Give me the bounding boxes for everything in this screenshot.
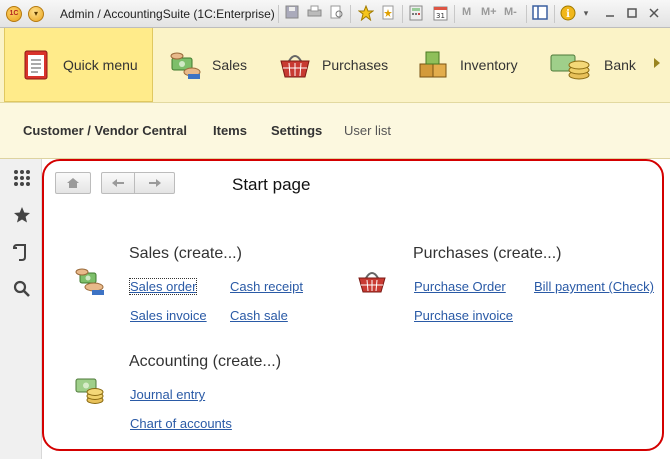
calculator-icon[interactable] bbox=[408, 5, 424, 22]
inventory-boxes-icon bbox=[416, 48, 450, 82]
toolbar-divider bbox=[402, 5, 403, 23]
print-icon[interactable] bbox=[306, 5, 322, 22]
purchases-basket-icon bbox=[357, 267, 389, 299]
sales-group-title: Sales (create...) bbox=[129, 245, 242, 262]
nav-items[interactable]: Items bbox=[213, 123, 247, 138]
minimize-icon[interactable] bbox=[602, 5, 618, 22]
forward-button[interactable] bbox=[134, 172, 175, 194]
print-preview-icon[interactable] bbox=[328, 5, 344, 22]
svg-text:31: 31 bbox=[436, 12, 445, 20]
section-bank[interactable]: Bank bbox=[548, 28, 636, 102]
history-icon[interactable] bbox=[13, 243, 31, 261]
main-menu-icon[interactable]: ▾ bbox=[28, 6, 44, 22]
accounting-group-title: Accounting (create...) bbox=[129, 353, 282, 370]
add-to-favorites-icon[interactable] bbox=[357, 4, 375, 22]
close-icon[interactable] bbox=[646, 5, 662, 22]
section-label: Quick menu bbox=[63, 56, 138, 73]
nav-user-list[interactable]: User list bbox=[344, 123, 391, 138]
toolbar-divider bbox=[554, 5, 555, 23]
memory-store-button[interactable]: M bbox=[462, 6, 471, 18]
window-title: Admin / AccountingSuite (1C:Enterprise) bbox=[60, 7, 275, 21]
section-label: Sales bbox=[212, 57, 248, 73]
info-icon[interactable]: i bbox=[560, 5, 576, 22]
app-logo-icon[interactable]: 1С bbox=[6, 6, 22, 22]
section-label: Bank bbox=[604, 57, 636, 73]
maximize-icon[interactable] bbox=[624, 5, 640, 22]
bank-coins-icon bbox=[548, 48, 594, 82]
nav-customer-vendor-central[interactable]: Customer / Vendor Central bbox=[23, 123, 187, 138]
sales-icon bbox=[168, 48, 202, 82]
bookmark-icon[interactable] bbox=[380, 5, 396, 22]
favorites-star-icon[interactable] bbox=[13, 206, 31, 224]
chart-of-accounts-link[interactable]: Chart of accounts bbox=[130, 416, 232, 431]
page-title: Start page bbox=[232, 175, 311, 194]
memory-add-button[interactable]: M+ bbox=[481, 6, 497, 18]
arrow-right-icon bbox=[148, 179, 161, 187]
section-inventory[interactable]: Inventory bbox=[416, 28, 518, 102]
sales-order-link[interactable]: Sales order bbox=[128, 278, 198, 295]
sales-icon bbox=[74, 267, 106, 299]
highlight-frame bbox=[42, 159, 664, 451]
section-sales[interactable]: Sales bbox=[168, 28, 247, 102]
cash-receipt-link[interactable]: Cash receipt bbox=[230, 279, 303, 294]
toolbar-divider bbox=[454, 5, 455, 23]
toolbar-divider bbox=[350, 5, 351, 23]
calendar-icon[interactable]: 31 bbox=[432, 5, 448, 22]
back-button[interactable] bbox=[101, 172, 135, 194]
purchase-order-link[interactable]: Purchase Order bbox=[414, 279, 506, 294]
search-icon[interactable] bbox=[13, 280, 31, 298]
purchases-basket-icon bbox=[278, 48, 312, 82]
journal-entry-link[interactable]: Journal entry bbox=[130, 387, 205, 402]
info-dropdown-icon[interactable]: ▾ bbox=[578, 5, 594, 22]
scroll-right-arrow-icon[interactable] bbox=[654, 58, 660, 68]
nav-settings[interactable]: Settings bbox=[271, 123, 322, 138]
home-icon bbox=[67, 178, 79, 188]
all-functions-grid-icon[interactable] bbox=[13, 169, 31, 187]
home-button[interactable] bbox=[55, 172, 91, 194]
navigation-commands-bar: Customer / Vendor Central Items Settings… bbox=[0, 103, 670, 159]
section-label: Inventory bbox=[460, 57, 518, 73]
save-icon[interactable] bbox=[284, 5, 300, 22]
purchase-invoice-link[interactable]: Purchase invoice bbox=[414, 308, 513, 323]
arrow-left-icon bbox=[112, 179, 124, 187]
section-purchases[interactable]: Purchases bbox=[278, 28, 388, 102]
main-workspace: Start page Sales (create...) Sales order… bbox=[42, 159, 670, 459]
memory-subtract-button[interactable]: M- bbox=[504, 6, 517, 18]
tools-panel bbox=[0, 159, 42, 459]
panel-layout-icon[interactable] bbox=[532, 5, 548, 22]
purchases-group-title: Purchases (create...) bbox=[413, 245, 562, 262]
quick-menu-icon bbox=[19, 48, 53, 82]
toolbar-divider bbox=[278, 5, 279, 23]
section-label: Purchases bbox=[322, 57, 389, 73]
section-quick-menu[interactable]: Quick menu bbox=[4, 28, 153, 102]
sections-panel: Quick menu Sales Purchases Inventory Ban… bbox=[0, 28, 670, 103]
toolbar-divider bbox=[526, 5, 527, 23]
window-titlebar: 1С ▾ Admin / AccountingSuite (1C:Enterpr… bbox=[0, 0, 670, 28]
svg-text:i: i bbox=[566, 9, 570, 20]
sales-invoice-link[interactable]: Sales invoice bbox=[130, 308, 207, 323]
accounting-money-icon bbox=[74, 375, 106, 407]
bill-payment-check-link[interactable]: Bill payment (Check) bbox=[534, 279, 654, 294]
cash-sale-link[interactable]: Cash sale bbox=[230, 308, 288, 323]
